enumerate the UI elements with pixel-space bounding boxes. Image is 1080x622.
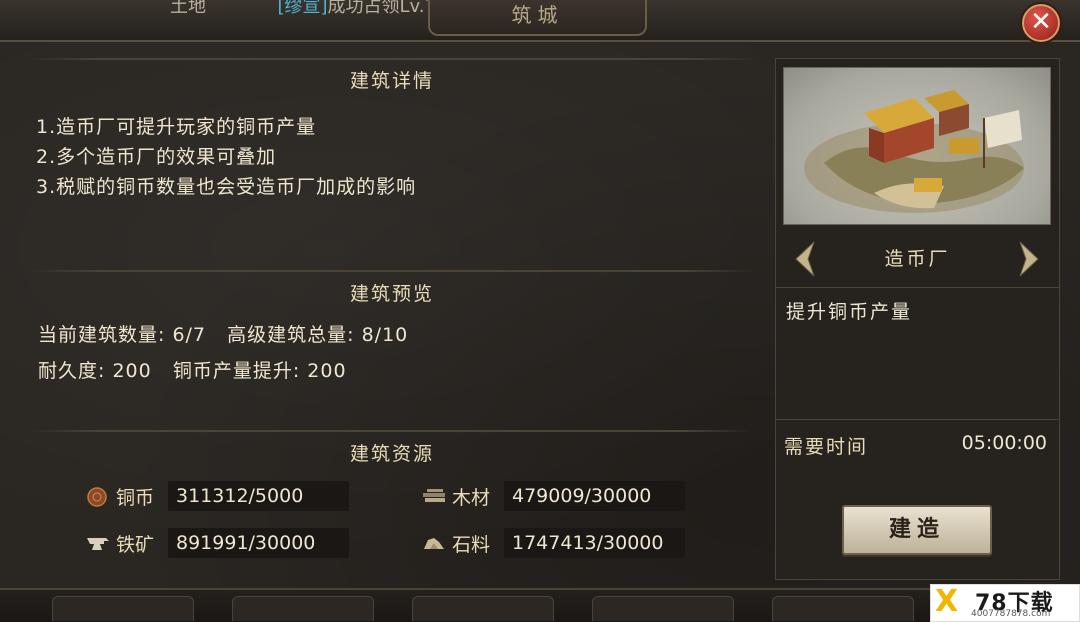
site-watermark: X 78下载 4007787878.com [930, 584, 1080, 622]
building-image [783, 67, 1051, 225]
detail-line-1: 1.造币厂可提升玩家的铜币产量 [36, 116, 317, 138]
building-panel: 造币厂 提升铜币产量 需要时间 05:00:00 建造 [775, 58, 1060, 580]
time-label: 需要时间 [784, 436, 869, 458]
resource-value: 891991/30000 [168, 528, 349, 558]
resource-name: 铜币 [116, 486, 155, 509]
ticker-player: [缪宣] [277, 0, 328, 17]
details-title: 建筑详情 [349, 70, 434, 92]
top-bar: 土地 [缪宣]成功占领Lv.7土地 筑城 [0, 0, 1080, 42]
resource-name: 石料 [452, 533, 491, 556]
building-description: 提升铜币产量 [786, 301, 913, 323]
bottom-tab[interactable] [52, 596, 194, 621]
time-value: 05:00:00 [961, 432, 1047, 454]
build-time-row: 需要时间 05:00:00 [776, 419, 1059, 460]
bottom-tab[interactable] [772, 596, 914, 621]
close-button[interactable]: ✕ [1020, 2, 1062, 44]
divider [28, 430, 756, 432]
resource-value: 1747413/30000 [504, 528, 685, 558]
bottom-tab[interactable] [592, 596, 734, 621]
building-selector: 造币厂 [776, 234, 1059, 284]
resource-name: 铁矿 [116, 533, 155, 556]
build-button[interactable]: 建造 [842, 505, 992, 555]
detail-line-3: 3.税赋的铜币数量也会受造币厂加成的影响 [36, 176, 417, 198]
ticker-prefix: 土地 [170, 0, 206, 17]
chevron-right-icon [1019, 241, 1039, 277]
next-building-button[interactable] [1014, 240, 1044, 278]
resource-name: 木材 [452, 486, 491, 509]
resource-value: 311312/5000 [168, 481, 349, 511]
divider [776, 287, 1059, 288]
resource-iron: 铁矿 891991/30000 [86, 528, 349, 558]
resource-wood: 木材 479009/30000 [422, 481, 685, 511]
preview-stats: 耐久度: 200 铜币产量提升: 200 [38, 360, 347, 382]
divider [28, 58, 756, 60]
preview-counts: 当前建筑数量: 6/7 高级建筑总量: 8/10 [38, 324, 409, 346]
resource-copper: 铜币 311312/5000 [86, 481, 349, 511]
mint-building-illustration [804, 90, 1024, 213]
resource-stone: 石料 1747413/30000 [422, 528, 685, 558]
stone-icon [422, 534, 444, 552]
wood-icon [422, 487, 445, 505]
news-ticker: 土地 [缪宣]成功占领Lv.7土地 [170, 0, 472, 18]
copper-coin-icon [86, 487, 108, 507]
close-icon: ✕ [1030, 7, 1052, 37]
iron-anvil-icon [86, 534, 109, 552]
watermark-site: 4007787878.com [971, 609, 1051, 619]
resource-value: 479009/30000 [504, 481, 685, 511]
window-title: 筑城 [428, 0, 647, 36]
watermark-logo: X [935, 584, 959, 619]
detail-line-2: 2.多个造币厂的效果可叠加 [36, 146, 277, 168]
left-panel: 建筑详情 1.造币厂可提升玩家的铜币产量 2.多个造币厂的效果可叠加 3.税赋的… [28, 58, 756, 578]
resources-title: 建筑资源 [349, 443, 434, 465]
bottom-tab[interactable] [412, 596, 554, 621]
preview-title: 建筑预览 [349, 283, 434, 305]
divider [28, 270, 756, 272]
bottom-tab[interactable] [232, 596, 374, 621]
